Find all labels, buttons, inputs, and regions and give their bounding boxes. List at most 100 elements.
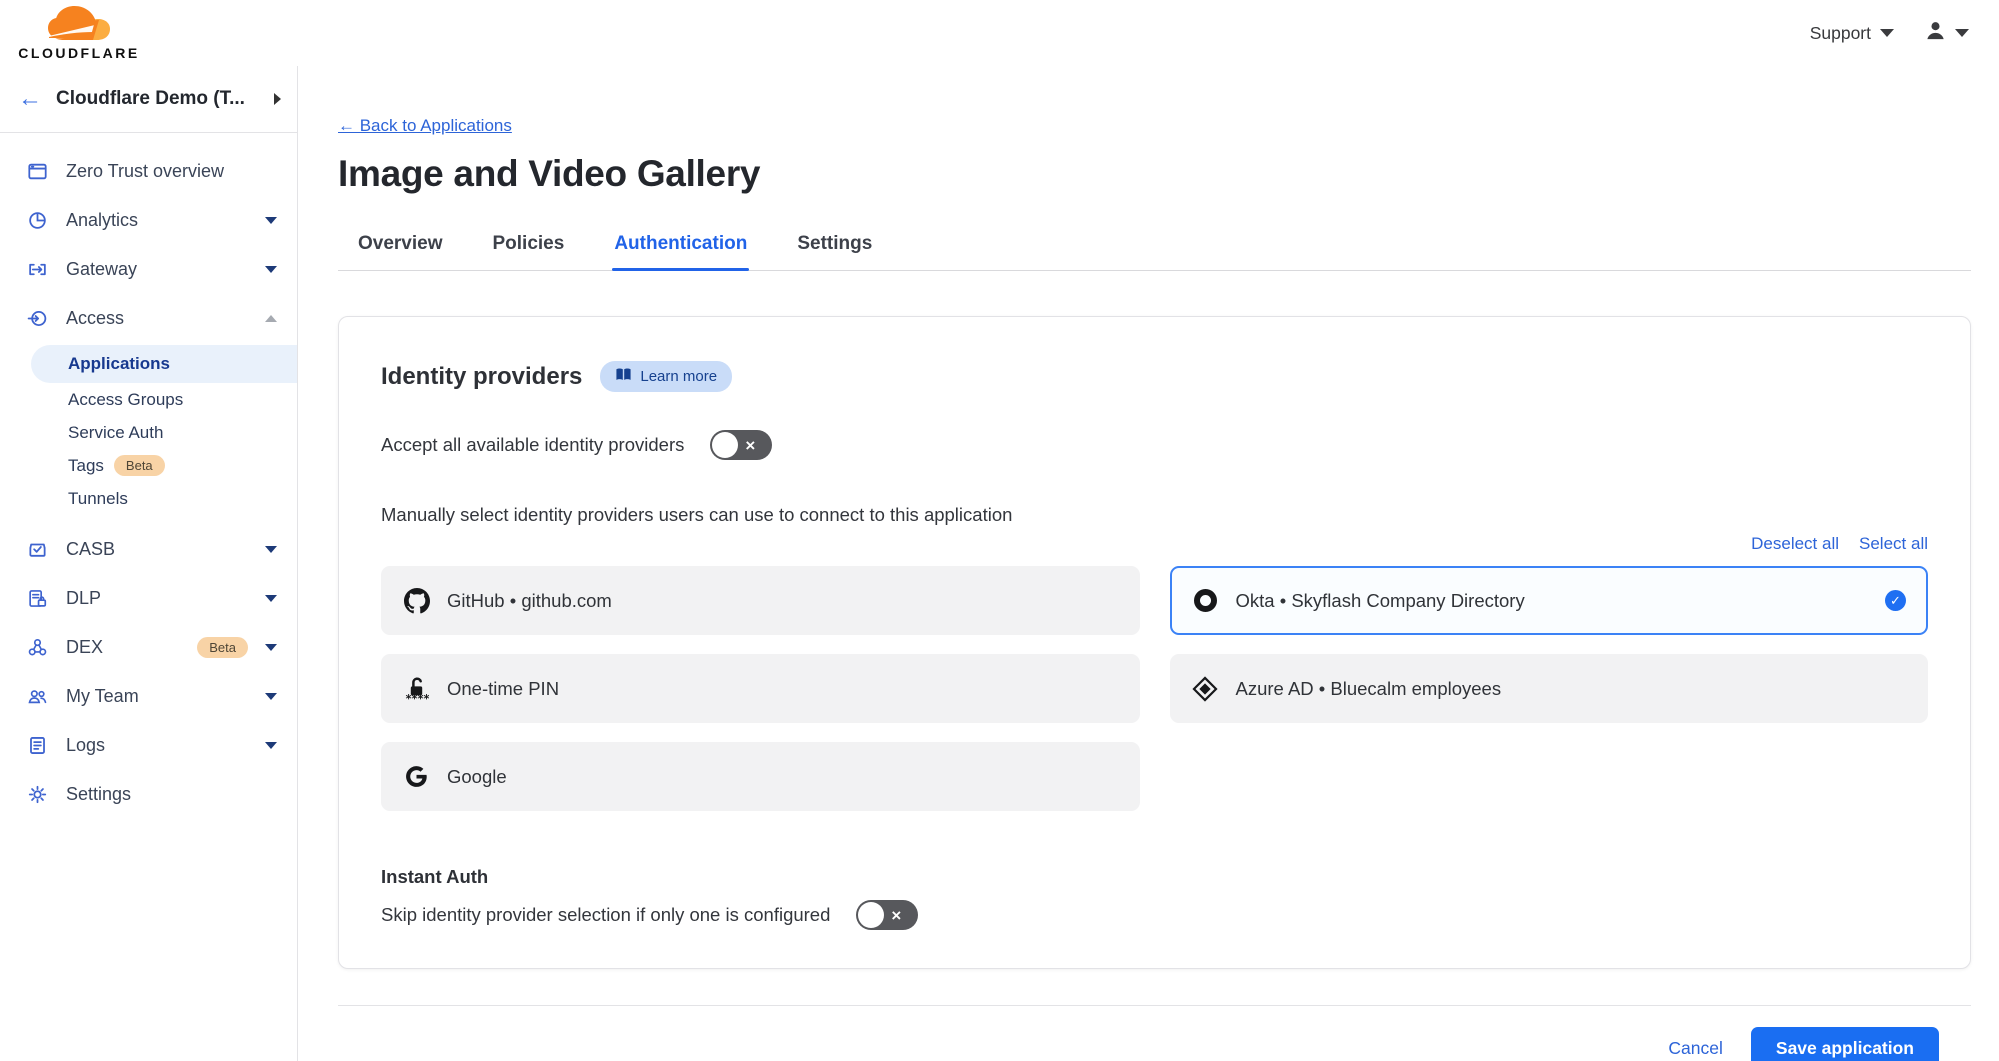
access-icon: [26, 307, 49, 330]
identity-providers-heading: Identity providers: [381, 363, 582, 391]
sidebar-item-label: Analytics: [66, 210, 248, 231]
gateway-icon: [26, 258, 49, 281]
tab-policies[interactable]: Policies: [491, 223, 567, 270]
provider-grid: GitHub • github.com Okta • Skyflash Comp…: [381, 566, 1928, 811]
select-all-link[interactable]: Select all: [1859, 534, 1928, 554]
tab-authentication[interactable]: Authentication: [612, 223, 749, 270]
logs-document-icon: [26, 734, 49, 757]
sidebar-nav: Zero Trust overview Analytics Gateway: [0, 133, 297, 819]
user-avatar-icon: [1924, 19, 1947, 47]
chevron-down-icon[interactable]: [265, 693, 277, 700]
chevron-right-icon[interactable]: [274, 93, 281, 105]
sidebar-item-zero-trust-overview[interactable]: Zero Trust overview: [0, 147, 297, 196]
chevron-down-icon[interactable]: [265, 742, 277, 749]
one-time-pin-lock-icon: ****: [403, 675, 430, 703]
sidebar-item-casb[interactable]: CASB: [0, 525, 297, 574]
user-menu[interactable]: [1924, 19, 1969, 47]
selected-check-icon: ✓: [1885, 590, 1906, 611]
sidebar-item-dlp[interactable]: DLP: [0, 574, 297, 623]
save-application-button[interactable]: Save application: [1751, 1027, 1939, 1061]
provider-tile-one-time-pin[interactable]: **** One-time PIN: [381, 654, 1140, 723]
manual-select-hint: Manually select identity providers users…: [381, 504, 1928, 526]
identity-providers-card: Identity providers Learn more Accept all…: [338, 316, 1971, 969]
sidebar-item-applications[interactable]: Applications: [31, 345, 297, 383]
sidebar-item-label: CASB: [66, 539, 248, 560]
sidebar-item-access-groups[interactable]: Access Groups: [0, 383, 297, 416]
skip-selection-label: Skip identity provider selection if only…: [381, 904, 830, 926]
provider-name: Okta • Skyflash Company Directory: [1236, 590, 1525, 612]
chevron-down-icon[interactable]: [265, 644, 277, 651]
sidebar-item-settings[interactable]: Settings: [0, 770, 297, 819]
chevron-up-icon[interactable]: [265, 315, 277, 322]
sidebar-item-tags[interactable]: Tags Beta: [0, 449, 297, 482]
sidebar-item-dex[interactable]: DEX Beta: [0, 623, 297, 672]
instant-auth-heading: Instant Auth: [381, 866, 1928, 888]
book-icon: [615, 367, 632, 386]
support-label: Support: [1810, 23, 1871, 44]
provider-name: Google: [447, 766, 507, 788]
dlp-document-lock-icon: [26, 587, 49, 610]
back-arrow-icon[interactable]: ←: [18, 87, 42, 111]
sidebar-item-access[interactable]: Access: [0, 294, 297, 343]
footer-actions: Cancel Save application: [338, 1027, 1971, 1061]
main-content: ← Back to Applications Image and Video G…: [298, 66, 1999, 1061]
cloudflare-cloud-icon: [37, 6, 121, 47]
overview-window-icon: [26, 160, 49, 183]
accept-all-toggle[interactable]: ×: [710, 430, 772, 460]
provider-name: One-time PIN: [447, 678, 559, 700]
provider-tile-okta[interactable]: Okta • Skyflash Company Directory ✓: [1170, 566, 1929, 635]
deselect-all-link[interactable]: Deselect all: [1751, 534, 1839, 554]
sidebar-item-label: Zero Trust overview: [66, 161, 277, 182]
chevron-down-icon[interactable]: [265, 266, 277, 273]
toggle-knob: [712, 432, 738, 458]
toggle-knob: [858, 902, 884, 928]
sidebar-item-gateway[interactable]: Gateway: [0, 245, 297, 294]
chevron-down-icon[interactable]: [265, 595, 277, 602]
provider-tile-google[interactable]: Google: [381, 742, 1140, 811]
provider-name: GitHub • github.com: [447, 590, 612, 612]
access-subnav: Applications Access Groups Service Auth …: [0, 343, 297, 525]
beta-badge: Beta: [114, 455, 165, 476]
sidebar-subitem-label: Applications: [68, 354, 170, 374]
back-to-applications-link[interactable]: ← Back to Applications: [338, 116, 512, 136]
gear-icon: [26, 783, 49, 806]
cloudflare-logo[interactable]: CLOUDFLARE: [14, 6, 144, 61]
chevron-down-icon[interactable]: [265, 217, 277, 224]
sidebar-item-tunnels[interactable]: Tunnels: [0, 482, 297, 515]
tab-settings[interactable]: Settings: [795, 223, 874, 270]
sidebar-item-logs[interactable]: Logs: [0, 721, 297, 770]
dex-nodes-icon: [26, 636, 49, 659]
provider-name: Azure AD • Bluecalm employees: [1236, 678, 1502, 700]
sidebar-subitem-label: Access Groups: [68, 390, 183, 410]
chevron-down-icon[interactable]: [265, 546, 277, 553]
sidebar-item-label: Settings: [66, 784, 277, 805]
casb-box-check-icon: [26, 538, 49, 561]
sidebar-item-service-auth[interactable]: Service Auth: [0, 416, 297, 449]
provider-tile-github[interactable]: GitHub • github.com: [381, 566, 1140, 635]
analytics-pie-icon: [26, 209, 49, 232]
footer-divider: [338, 1005, 1971, 1006]
sidebar-item-label: DEX: [66, 637, 170, 658]
tab-overview[interactable]: Overview: [356, 223, 445, 270]
sidebar: ← Cloudflare Demo (T... Zero Trust overv…: [0, 66, 298, 1061]
cancel-button[interactable]: Cancel: [1668, 1038, 1722, 1059]
github-icon: [403, 587, 430, 615]
tab-bar: Overview Policies Authentication Setting…: [338, 223, 1971, 271]
sidebar-item-label: Gateway: [66, 259, 248, 280]
accept-all-label: Accept all available identity providers: [381, 434, 684, 456]
azure-ad-icon: [1192, 675, 1219, 703]
sidebar-item-analytics[interactable]: Analytics: [0, 196, 297, 245]
sidebar-item-label: Logs: [66, 735, 248, 756]
account-switcher: ← Cloudflare Demo (T...: [0, 66, 297, 133]
provider-tile-azure-ad[interactable]: Azure AD • Bluecalm employees: [1170, 654, 1929, 723]
sidebar-subitem-label: Tunnels: [68, 489, 128, 509]
cloudflare-wordmark: CLOUDFLARE: [18, 45, 139, 61]
okta-icon: [1192, 587, 1219, 615]
support-menu[interactable]: Support: [1810, 23, 1894, 44]
learn-more-badge[interactable]: Learn more: [600, 361, 732, 392]
instant-auth-toggle[interactable]: ×: [856, 900, 918, 930]
page-title: Image and Video Gallery: [338, 153, 1971, 195]
sidebar-item-label: My Team: [66, 686, 248, 707]
sidebar-item-my-team[interactable]: My Team: [0, 672, 297, 721]
account-name[interactable]: Cloudflare Demo (T...: [56, 88, 260, 110]
